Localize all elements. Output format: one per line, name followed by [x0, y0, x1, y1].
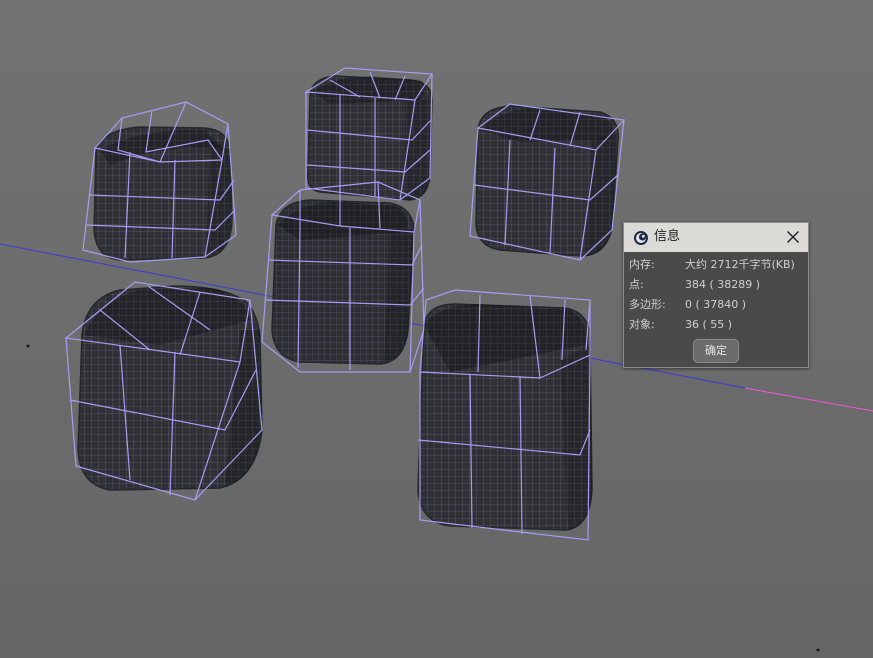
- rounded-cube-6[interactable]: [417, 289, 593, 541]
- info-dialog: 信息 内存: 大约 2712千字节(KB) 点: 384 ( 38289 ) 多…: [623, 222, 809, 368]
- viewport-dot: [816, 648, 820, 652]
- 3d-viewport[interactable]: 信息 内存: 大约 2712千字节(KB) 点: 384 ( 38289 ) 多…: [0, 0, 873, 658]
- dialog-title: 信息: [654, 229, 681, 244]
- dialog-titlebar[interactable]: 信息: [624, 223, 808, 252]
- ok-button[interactable]: 确定: [693, 339, 739, 363]
- close-icon[interactable]: [784, 228, 802, 246]
- rounded-cube-3[interactable]: [469, 103, 626, 261]
- points-value: 384 ( 38289 ): [685, 278, 761, 291]
- objects-label: 对象:: [629, 318, 655, 331]
- rounded-cube-5[interactable]: [64, 281, 263, 501]
- objects-value: 36 ( 55 ): [685, 318, 733, 331]
- polygons-value: 0 ( 37840 ): [685, 298, 747, 311]
- viewport-dot: [26, 344, 30, 348]
- rounded-cube-2[interactable]: [304, 67, 434, 201]
- cinema4d-logo-icon: [634, 231, 648, 245]
- rounded-cube-4[interactable]: [261, 181, 425, 373]
- memory-value: 大约 2712千字节(KB): [685, 258, 795, 271]
- polygons-label: 多边形:: [629, 298, 666, 311]
- points-label: 点:: [629, 278, 644, 291]
- memory-label: 内存:: [629, 258, 655, 271]
